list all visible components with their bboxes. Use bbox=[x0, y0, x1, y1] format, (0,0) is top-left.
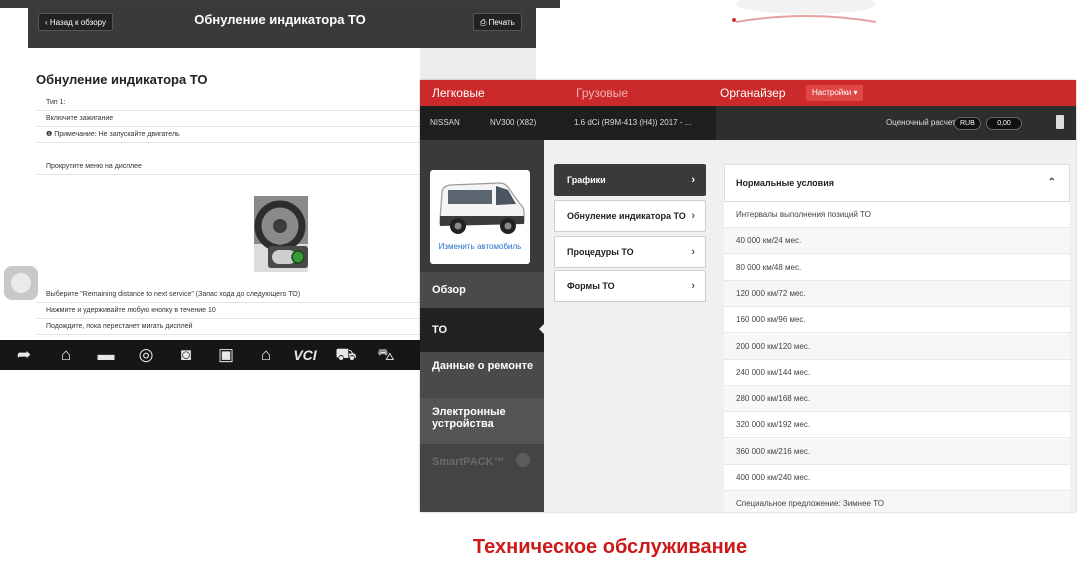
home-icon[interactable]: ⌂ bbox=[54, 344, 78, 366]
chevron-right-icon: › bbox=[691, 246, 695, 258]
print-button[interactable]: ⎙ Печать bbox=[473, 13, 522, 31]
schedule-interval-row[interactable]: 80 000 км/48 мес. bbox=[724, 254, 1070, 281]
smartpack-badge bbox=[516, 453, 530, 467]
tab-trucks[interactable]: Грузовые bbox=[576, 80, 628, 106]
estimate-label: Оценочный расчет bbox=[886, 118, 956, 127]
vehicle-make: NISSAN bbox=[430, 118, 460, 127]
note-row: ❶ Примечание: Не запускайте двигатель bbox=[36, 128, 420, 143]
user-car-icon[interactable]: ⛍ bbox=[374, 344, 398, 366]
vci-icon[interactable]: VCI bbox=[290, 344, 320, 366]
illustration-box bbox=[36, 190, 420, 282]
sidebar-item-maintenance[interactable]: ТО bbox=[420, 308, 544, 352]
chevron-right-icon: › bbox=[691, 280, 695, 292]
tab-cars[interactable]: Легковые bbox=[432, 80, 485, 106]
tab-organizer[interactable]: Органайзер bbox=[720, 80, 786, 106]
menu-item-label: Графики bbox=[567, 175, 606, 185]
menu-item-label: Процедуры ТО bbox=[567, 247, 634, 257]
schedule-interval-row[interactable]: 320 000 км/192 мес. bbox=[724, 412, 1070, 439]
procedure-heading: Обнуление индикатора ТО bbox=[36, 72, 208, 87]
schedule-interval-row[interactable]: 120 000 км/72 мес. bbox=[724, 280, 1070, 307]
menu-item-schedules[interactable]: Графики › bbox=[554, 164, 706, 196]
currency-badge: RUB bbox=[954, 117, 981, 130]
panel-title: Нормальные условия bbox=[736, 178, 834, 188]
step-row: Нажмите и удерживайте любую кнопку в теч… bbox=[36, 304, 420, 319]
active-item-caret bbox=[539, 324, 544, 334]
schedule-interval-row[interactable]: 40 000 км/24 мес. bbox=[724, 228, 1070, 255]
car-diagnostics-icon[interactable]: ⛟ bbox=[334, 344, 358, 366]
steering-wheel-illustration bbox=[254, 196, 308, 272]
back-to-overview-button[interactable]: ‹ Назад к обзору bbox=[38, 13, 113, 31]
caption: Техническое обслуживание bbox=[472, 536, 748, 558]
menu-item-label: Формы ТО bbox=[567, 281, 615, 291]
schedule-interval-row[interactable]: 200 000 км/120 мес. bbox=[724, 333, 1070, 360]
menu-item-procedures[interactable]: Процедуры ТО › bbox=[554, 236, 706, 268]
menu-item-label: Обнуление индикатора ТО bbox=[567, 211, 686, 221]
sidebar-item-overview[interactable]: Обзор bbox=[420, 272, 544, 308]
vehicle-engine: 1.6 dCi (R9M-413 (H4)) 2017 - ... bbox=[574, 118, 692, 127]
vehicle-model: NV300 (X82) bbox=[490, 118, 537, 127]
schedule-interval-row[interactable]: 400 000 км/240 мес. bbox=[724, 465, 1070, 491]
schedule-interval-row[interactable]: 240 000 км/144 мес. bbox=[724, 359, 1070, 386]
chevron-right-icon: › bbox=[691, 174, 695, 186]
schedule-interval-row[interactable]: 280 000 км/168 мес. bbox=[724, 386, 1070, 413]
sidebar-item-repair-data[interactable]: Данные о ремонте bbox=[420, 352, 544, 398]
garage-icon[interactable]: ⌂ bbox=[254, 344, 278, 366]
right-screenshot: Легковые Грузовые Органайзер Настройки ▾… bbox=[420, 80, 1076, 512]
sidebar-filler bbox=[420, 480, 544, 512]
trash-icon[interactable] bbox=[1056, 115, 1064, 129]
schedule-interval-row[interactable]: Специальное предложение: Зимнее ТО bbox=[724, 491, 1070, 512]
change-vehicle-link[interactable]: Изменить автомобиль bbox=[430, 242, 530, 251]
screen-icon[interactable]: ▣ bbox=[214, 344, 238, 366]
step-row: Выберите "Remaining distance to next ser… bbox=[36, 288, 420, 303]
van-icon bbox=[439, 182, 525, 234]
schedule-header-row[interactable]: Интервалы выполнения позиций ТО bbox=[724, 202, 1070, 228]
menu-item-service-reset[interactable]: Обнуление индикатора ТО › bbox=[554, 200, 706, 232]
step-row: Прокрутите меню на дисплее bbox=[36, 160, 420, 175]
settings-dropdown[interactable]: Настройки ▾ bbox=[806, 85, 864, 101]
menu-item-forms[interactable]: Формы ТО › bbox=[554, 270, 706, 302]
step-row: Тип 1: bbox=[36, 96, 420, 111]
recent-apps-icon[interactable]: ▬ bbox=[94, 344, 118, 366]
schedule-interval-row[interactable]: 360 000 км/216 мес. bbox=[724, 438, 1070, 465]
schedule-interval-row[interactable]: 160 000 км/96 мес. bbox=[724, 307, 1070, 334]
floating-assistive-button[interactable] bbox=[4, 266, 38, 300]
decorative-fragment bbox=[732, 0, 877, 23]
browser-icon[interactable]: ◎ bbox=[134, 344, 158, 366]
panel-header[interactable]: Нормальные условия ⌃ bbox=[724, 164, 1070, 202]
chevron-up-icon[interactable]: ⌃ bbox=[1048, 164, 1056, 202]
step-row: Подождите, пока перестанет мигать диспле… bbox=[36, 320, 420, 335]
back-icon[interactable]: ➦ bbox=[12, 344, 36, 366]
left-toolbar-title: Обнуление индикатора ТО bbox=[194, 12, 366, 27]
camera-icon[interactable]: ◙ bbox=[174, 344, 198, 366]
step-row: Включите зажигание bbox=[36, 112, 420, 127]
estimate-amount: 0,00 bbox=[986, 117, 1022, 130]
chevron-right-icon: › bbox=[691, 210, 695, 222]
sidebar-item-electronics[interactable]: Электронные устройства bbox=[420, 398, 544, 444]
